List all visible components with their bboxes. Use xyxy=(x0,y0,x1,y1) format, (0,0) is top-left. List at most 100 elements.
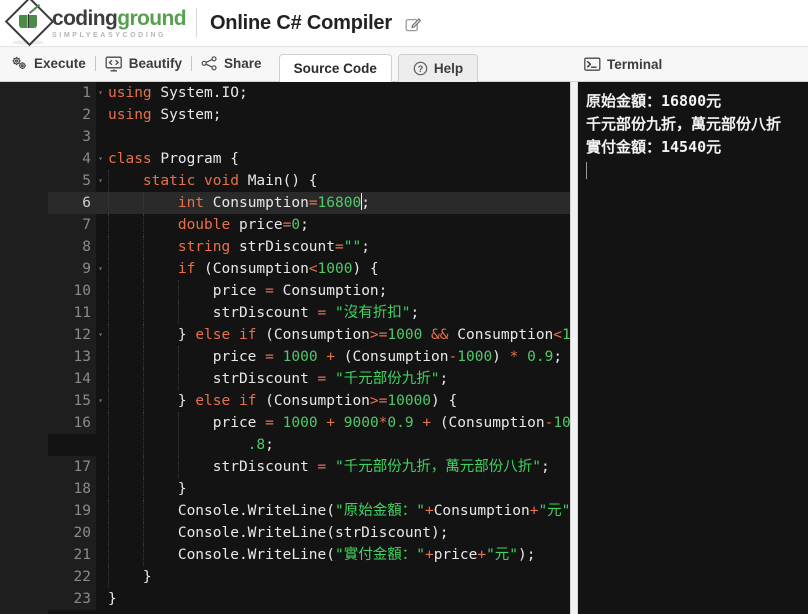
line-number: 4 ▾ xyxy=(48,148,103,170)
share-button[interactable]: Share xyxy=(194,51,269,77)
line-content: Console.WriteLine(strDiscount); xyxy=(96,522,570,544)
line-content: } else if (Consumption>=10000) { xyxy=(96,390,570,412)
line-number: 22 xyxy=(48,566,96,588)
code-line[interactable]: 3 xyxy=(48,126,570,148)
tab-help[interactable]: ? Help xyxy=(397,54,479,82)
line-content: string strDiscount=""; xyxy=(96,236,570,258)
code-line[interactable]: 4 ▾ class Program { xyxy=(48,148,570,170)
code-line[interactable]: 16 price = 1000 + 9000*0.9 + (Consumptio… xyxy=(48,412,570,456)
line-number: 23 xyxy=(48,588,96,610)
share-network-icon xyxy=(201,56,218,71)
toolbar-actions: Execute Beautify Share xyxy=(0,46,269,81)
line-content: Console.WriteLine("原始金額："+Consumption+"元… xyxy=(96,500,570,522)
pane-resize-handle[interactable] xyxy=(570,82,578,614)
terminal-output[interactable]: 原始金額：16800元 千元部份九折，萬元部份八折 實付金額：14540元 xyxy=(578,82,808,614)
code-line[interactable]: 12 ▾ } else if (Consumption>=1000 && Cons… xyxy=(48,324,570,346)
execute-button[interactable]: Execute xyxy=(4,51,93,77)
terminal-header: Terminal xyxy=(578,47,808,82)
line-number: 8 xyxy=(48,236,96,258)
code-line[interactable]: 22 } xyxy=(48,566,570,588)
tab-help-label: Help xyxy=(433,61,464,76)
line-number: 18 xyxy=(48,478,96,500)
page-title-wrap: Online C# Compiler xyxy=(210,12,422,35)
code-line[interactable]: 20 Console.WriteLine(strDiscount); xyxy=(48,522,570,544)
code-line[interactable]: 9 ▾ if (Consumption<1000) { xyxy=(48,258,570,280)
terminal-output-line: 實付金額：14540元 xyxy=(586,138,722,156)
code-line[interactable]: 11 strDiscount = "沒有折扣"; xyxy=(48,302,570,324)
code-line[interactable]: 7 double price=0; xyxy=(48,214,570,236)
line-content: int Consumption=16800; xyxy=(96,192,570,214)
pencil-square-icon[interactable] xyxy=(405,16,422,33)
line-number: 11 xyxy=(48,302,96,324)
line-content: price = 1000 + 9000*0.9 + (Consumption-1… xyxy=(96,412,570,456)
line-content: } xyxy=(108,591,117,607)
line-number: 19 xyxy=(48,500,96,522)
line-number: 21 xyxy=(48,544,96,566)
editor-code-area[interactable]: 1 ▾ using System.IO; 2 using System; 3 4 ▾… xyxy=(48,82,570,614)
line-number: 3 xyxy=(48,126,96,148)
line-content: strDiscount = "千元部份九折"; xyxy=(96,368,570,390)
code-line[interactable]: 21 Console.WriteLine("實付金額："+price+"元"); xyxy=(48,544,570,566)
line-number: 20 xyxy=(48,522,96,544)
code-line[interactable]: 5 ▾ static void Main() { xyxy=(48,170,570,192)
line-content: strDiscount = "千元部份九折，萬元部份八折"; xyxy=(96,456,570,478)
brand-logo[interactable]: codingground SIMPLYEASYCODING xyxy=(0,0,187,47)
line-number: 5 ▾ xyxy=(48,170,103,192)
line-content: } xyxy=(96,478,570,500)
code-line[interactable]: 19 Console.WriteLine("原始金額："+Consumption… xyxy=(48,500,570,522)
line-content: class Program { xyxy=(108,151,239,167)
toolbar-separator-1 xyxy=(94,56,96,71)
terminal-output-line: 原始金額：16800元 xyxy=(586,92,722,110)
logo-tagline: SIMPLYEASYCODING xyxy=(52,31,167,39)
line-number: 16 xyxy=(48,412,96,434)
line-content: static void Main() { xyxy=(96,170,570,192)
share-label: Share xyxy=(224,56,262,71)
code-line[interactable]: 17 strDiscount = "千元部份九折，萬元部份八折"; xyxy=(48,456,570,478)
line-number: 15 ▾ xyxy=(48,390,103,412)
line-number: 9 ▾ xyxy=(48,258,103,280)
line-number: 6 xyxy=(48,192,96,214)
line-number: 13 xyxy=(48,346,96,368)
code-line[interactable]: 13 price = 1000 + (Consumption-1000) * 0… xyxy=(48,346,570,368)
line-number: 2 xyxy=(48,104,96,126)
line-number: 10 xyxy=(48,280,96,302)
toolbar-tabs: Source Code ? Help xyxy=(278,46,479,82)
execute-label: Execute xyxy=(34,56,86,71)
code-line[interactable]: 10 price = Consumption; xyxy=(48,280,570,302)
line-content: if (Consumption<1000) { xyxy=(96,258,570,280)
line-content: using System.IO; xyxy=(108,85,248,101)
page-title: Online C# Compiler xyxy=(209,11,392,34)
terminal-pane: Terminal 原始金額：16800元 千元部份九折，萬元部份八折 實付金額：… xyxy=(578,47,808,614)
code-line[interactable]: 15 ▾ } else if (Consumption>=10000) { xyxy=(48,390,570,412)
code-monitor-icon xyxy=(105,56,123,72)
terminal-output-line: 千元部份九折，萬元部份八折 xyxy=(586,115,782,133)
codingground-diamond-logo-icon xyxy=(4,0,55,47)
code-line[interactable]: 2 using System; xyxy=(48,104,570,126)
code-line-active[interactable]: 6 int Consumption=16800; xyxy=(48,192,570,214)
line-number: 14 xyxy=(48,368,96,390)
line-number: 12 ▾ xyxy=(48,324,103,346)
terminal-title: Terminal xyxy=(607,56,663,72)
line-content: strDiscount = "沒有折扣"; xyxy=(96,302,570,324)
editor-gutter xyxy=(0,82,48,614)
line-content: Console.WriteLine("實付金額："+price+"元"); xyxy=(96,544,570,566)
code-editor[interactable]: 1 ▾ using System.IO; 2 using System; 3 4 ▾… xyxy=(0,82,570,614)
app-header: codingground SIMPLYEASYCODING Online C# … xyxy=(0,0,808,47)
line-content: using System; xyxy=(108,107,222,123)
logo-word-part2: ground xyxy=(117,6,186,30)
code-line[interactable]: 18 } xyxy=(48,478,570,500)
question-circle-icon: ? xyxy=(413,61,428,76)
line-number: 17 xyxy=(48,456,96,478)
code-line[interactable]: 1 ▾ using System.IO; xyxy=(48,82,570,104)
beautify-button[interactable]: Beautify xyxy=(98,51,189,77)
line-content: price = 1000 + (Consumption-1000) * 0.9; xyxy=(96,346,570,368)
toolbar-separator-2 xyxy=(191,56,193,71)
logo-word-part1: coding xyxy=(52,6,118,30)
tab-source-code[interactable]: Source Code xyxy=(278,54,392,82)
gears-icon xyxy=(11,56,28,71)
code-line[interactable]: 8 string strDiscount=""; xyxy=(48,236,570,258)
line-content: } else if (Consumption>=1000 && Consumpt… xyxy=(96,324,570,346)
code-line[interactable]: 14 strDiscount = "千元部份九折"; xyxy=(48,368,570,390)
code-line[interactable]: 23 } xyxy=(48,588,570,610)
line-content: double price=0; xyxy=(96,214,570,236)
